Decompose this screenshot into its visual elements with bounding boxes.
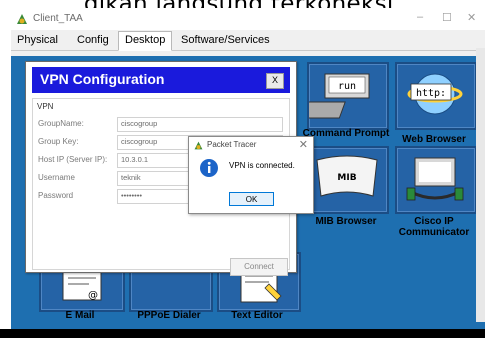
vpn-close-button[interactable]: X bbox=[266, 73, 284, 89]
email-label: E Mail bbox=[65, 310, 95, 321]
packet-tracer-app-icon bbox=[17, 14, 27, 24]
groupname-field[interactable]: ciscogroup bbox=[117, 117, 283, 132]
password-label: Password bbox=[38, 191, 74, 200]
mib-browser-label: MIB Browser bbox=[315, 216, 377, 227]
command-prompt-icon: run bbox=[298, 73, 370, 119]
dialog-title: Packet Tracer bbox=[207, 140, 257, 149]
vpn-group-title: VPN bbox=[37, 102, 54, 111]
command-prompt-icon-text: run bbox=[338, 81, 356, 92]
cisco-ip-communicator-label: Cisco IP Communicator bbox=[398, 216, 470, 238]
maximize-button[interactable]: ☐ bbox=[442, 11, 452, 24]
web-browser-icon-text: http: bbox=[416, 88, 446, 99]
application-window: Client_TAA – ☐ ✕ Physical Config Desktop… bbox=[11, 8, 485, 338]
host-ip-label: Host IP (Server IP): bbox=[38, 155, 108, 164]
host-ip-value: 10.3.0.1 bbox=[121, 155, 149, 164]
groupname-label: GroupName: bbox=[38, 119, 84, 128]
right-edge-bar bbox=[476, 48, 485, 322]
packet-tracer-icon bbox=[194, 141, 203, 150]
text-editor-label: Text Editor bbox=[231, 310, 283, 321]
username-label: Username bbox=[38, 173, 75, 182]
tab-software-services[interactable]: Software/Services bbox=[175, 32, 276, 49]
tab-desktop[interactable]: Desktop bbox=[118, 31, 173, 51]
dialog-message: VPN is connected. bbox=[229, 161, 295, 170]
groupname-value: ciscogroup bbox=[121, 119, 158, 128]
minimize-button[interactable]: – bbox=[417, 11, 423, 23]
close-window-button[interactable]: ✕ bbox=[467, 11, 476, 24]
mib-browser-icon: MIB bbox=[316, 155, 378, 197]
ok-button[interactable]: OK bbox=[229, 192, 274, 206]
web-browser-icon: http: bbox=[407, 73, 463, 115]
cisco-ip-communicator-tile bbox=[395, 146, 477, 214]
dialog-close-button[interactable]: ✕ bbox=[299, 138, 308, 151]
email-at-glyph: @ bbox=[88, 290, 98, 301]
web-browser-tile: http: bbox=[395, 62, 477, 130]
cisco-ip-communicator-icon bbox=[406, 157, 464, 201]
connect-button[interactable]: Connect bbox=[230, 258, 288, 276]
title-bar: Client_TAA – ☐ ✕ bbox=[11, 8, 485, 30]
command-prompt-tile: run bbox=[298, 62, 389, 130]
window-title: Client_TAA bbox=[33, 13, 83, 24]
tab-config[interactable]: Config bbox=[71, 32, 115, 49]
bottom-border bbox=[0, 329, 485, 338]
group-key-label: Group Key: bbox=[38, 137, 79, 146]
web-browser-label: Web Browser bbox=[402, 134, 466, 145]
tab-bar: Physical Config Desktop Software/Service… bbox=[11, 30, 485, 51]
vpn-title: VPN Configuration bbox=[40, 71, 165, 87]
username-value: teknik bbox=[121, 173, 141, 182]
group-key-value: ciscogroup bbox=[121, 137, 158, 146]
tab-physical[interactable]: Physical bbox=[11, 32, 64, 49]
password-value: •••••••• bbox=[121, 191, 143, 200]
vpn-header: VPN Configuration X bbox=[32, 67, 290, 93]
mib-browser-icon-text: MIB bbox=[337, 173, 356, 183]
pppoe-dialer-label: PPPoE Dialer bbox=[137, 310, 201, 321]
info-icon bbox=[200, 159, 218, 177]
mib-browser-tile: MIB bbox=[307, 146, 389, 214]
vpn-connected-dialog: Packet Tracer ✕ VPN is connected. OK bbox=[188, 136, 314, 214]
